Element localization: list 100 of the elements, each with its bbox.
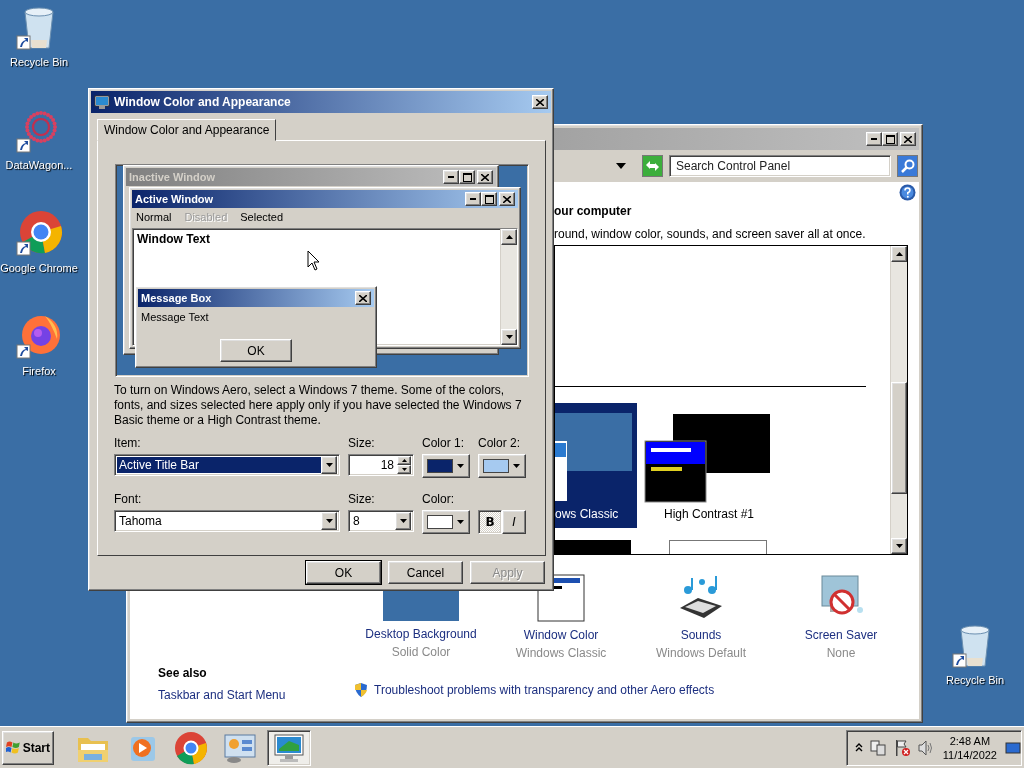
arrow-up-icon — [895, 252, 903, 256]
see-also-link[interactable]: Taskbar and Start Menu — [158, 688, 353, 702]
scroll-down-button[interactable] — [501, 329, 517, 345]
item-dropdown[interactable]: Active Title Bar — [114, 454, 340, 476]
minimize-icon — [448, 176, 454, 178]
speaker-icon[interactable] — [916, 738, 935, 757]
aero-note: To turn on Windows Aero, select a Windows 7 theme. Some of the colors, fonts, and sizes selected here apply only if you have selected the Windows 7 Basic theme or a High Contrast theme. — [114, 383, 523, 428]
minimize-icon — [470, 198, 476, 200]
caret-icon[interactable] — [616, 163, 626, 169]
bold-button[interactable]: B — [478, 510, 502, 534]
close-button[interactable] — [900, 132, 916, 146]
field-label: Color 2: — [478, 436, 522, 452]
window-title: Active Window — [135, 193, 214, 205]
setting-value: None — [826, 646, 856, 660]
color-picker[interactable] — [422, 510, 470, 534]
close-icon — [904, 135, 912, 143]
dialog-button[interactable]: OK — [306, 561, 381, 584]
color-picker[interactable] — [422, 454, 470, 478]
show-desktop-icon[interactable] — [1005, 739, 1021, 756]
maximize-icon — [885, 134, 895, 144]
caret-icon — [457, 520, 464, 524]
flag-logo-icon — [6, 740, 21, 755]
close-icon — [481, 173, 489, 181]
desktop-icon-label[interactable]: Recycle Bin — [9, 56, 69, 68]
troubleshoot-link[interactable]: Troubleshoot problems with transparency and other Aero effects — [374, 683, 715, 697]
size-spinner[interactable]: 18 — [348, 454, 414, 476]
arrow-down-icon — [401, 468, 407, 471]
dialog-title: Window Color and Appearance — [114, 95, 291, 109]
control-panel-icon — [223, 731, 257, 764]
section-heading: our computer — [554, 204, 633, 218]
chevron-up-icon[interactable] — [854, 742, 863, 753]
personalize-link[interactable]: Window Color — [523, 628, 599, 642]
shield-icon — [353, 682, 369, 698]
monitor-icon — [94, 94, 110, 110]
setting-value: Windows Default — [655, 646, 746, 660]
search-field[interactable]: Search Control Panel — [669, 155, 891, 177]
close-icon — [359, 294, 367, 302]
window-title: Message Box — [141, 292, 212, 304]
clock-time[interactable]: 2:48 AM — [949, 733, 991, 748]
caret-icon — [457, 464, 464, 468]
desktop-icon-label[interactable]: Google Chrome — [0, 262, 78, 274]
close-icon — [503, 195, 511, 203]
network-icon[interactable] — [868, 738, 887, 757]
field-label: Color: — [422, 492, 455, 508]
font-size-dropdown[interactable]: 8 — [348, 510, 414, 532]
close-button[interactable] — [355, 291, 371, 305]
close-button[interactable] — [532, 95, 548, 109]
personalize-link[interactable]: Desktop Background — [365, 627, 477, 641]
field-label: Color 1: — [422, 436, 466, 452]
search-button[interactable] — [897, 155, 918, 177]
refresh-button[interactable] — [642, 155, 663, 177]
scroll-thumb[interactable] — [891, 382, 907, 494]
cursor-icon — [307, 250, 321, 272]
maximize-button[interactable] — [459, 170, 475, 184]
desktop-icon-label[interactable]: DataWagon... — [5, 159, 73, 171]
maximize-icon — [484, 194, 494, 204]
help-icon[interactable] — [899, 184, 916, 201]
scroll-up-button[interactable] — [891, 246, 907, 262]
field-label: Font: — [114, 492, 143, 508]
scroll-up-button[interactable] — [501, 229, 517, 245]
theme-tile[interactable]: ows Classic — [555, 403, 637, 528]
personalize-link[interactable]: Sounds — [680, 628, 722, 642]
window-title: Inactive Window — [129, 171, 216, 183]
dialog-button[interactable]: Cancel — [388, 561, 463, 584]
minimize-button[interactable] — [866, 132, 882, 146]
message-text: Message Text — [140, 310, 210, 325]
minimize-icon — [871, 138, 877, 140]
firefox-icon — [15, 313, 63, 361]
arrow-up-icon — [505, 235, 513, 239]
desktop-icon-label[interactable]: Firefox — [22, 365, 56, 377]
caret-icon — [513, 464, 520, 468]
setting-value: Windows Classic — [515, 646, 607, 660]
desktop-icon-label[interactable]: Recycle Bin — [945, 674, 1005, 686]
arrow-down-icon — [895, 544, 903, 548]
window-text: Window Text — [137, 232, 210, 246]
italic-button[interactable]: I — [502, 510, 526, 534]
start-button[interactable]: Start — [2, 730, 54, 765]
maximize-button[interactable] — [882, 132, 898, 146]
tab[interactable]: Window Color and Appearance — [97, 119, 277, 141]
maximize-icon — [462, 172, 472, 182]
setting-value: Solid Color — [391, 645, 451, 659]
maximize-button[interactable] — [481, 192, 497, 206]
see-also-heading: See also — [158, 666, 208, 680]
caret-icon — [325, 519, 333, 523]
clock-date[interactable]: 11/14/2022 — [942, 747, 997, 762]
minimize-button[interactable] — [443, 170, 459, 184]
close-icon — [536, 98, 544, 106]
scroll-down-button[interactable] — [891, 538, 907, 554]
personalize-link[interactable]: Screen Saver — [804, 628, 878, 642]
field-label: Item: — [114, 436, 142, 452]
color-picker[interactable] — [478, 454, 526, 478]
close-button[interactable] — [499, 192, 515, 206]
font-dropdown[interactable]: Tahoma — [114, 510, 340, 532]
ok-button[interactable]: OK — [220, 339, 292, 362]
section-description: round, window color, sounds, and screen saver all at once. — [554, 227, 867, 241]
close-button[interactable] — [477, 170, 493, 184]
refresh-icon — [645, 160, 660, 172]
taskbar-app[interactable] — [267, 729, 311, 766]
minimize-button[interactable] — [465, 192, 481, 206]
arrow-down-icon — [505, 335, 513, 339]
